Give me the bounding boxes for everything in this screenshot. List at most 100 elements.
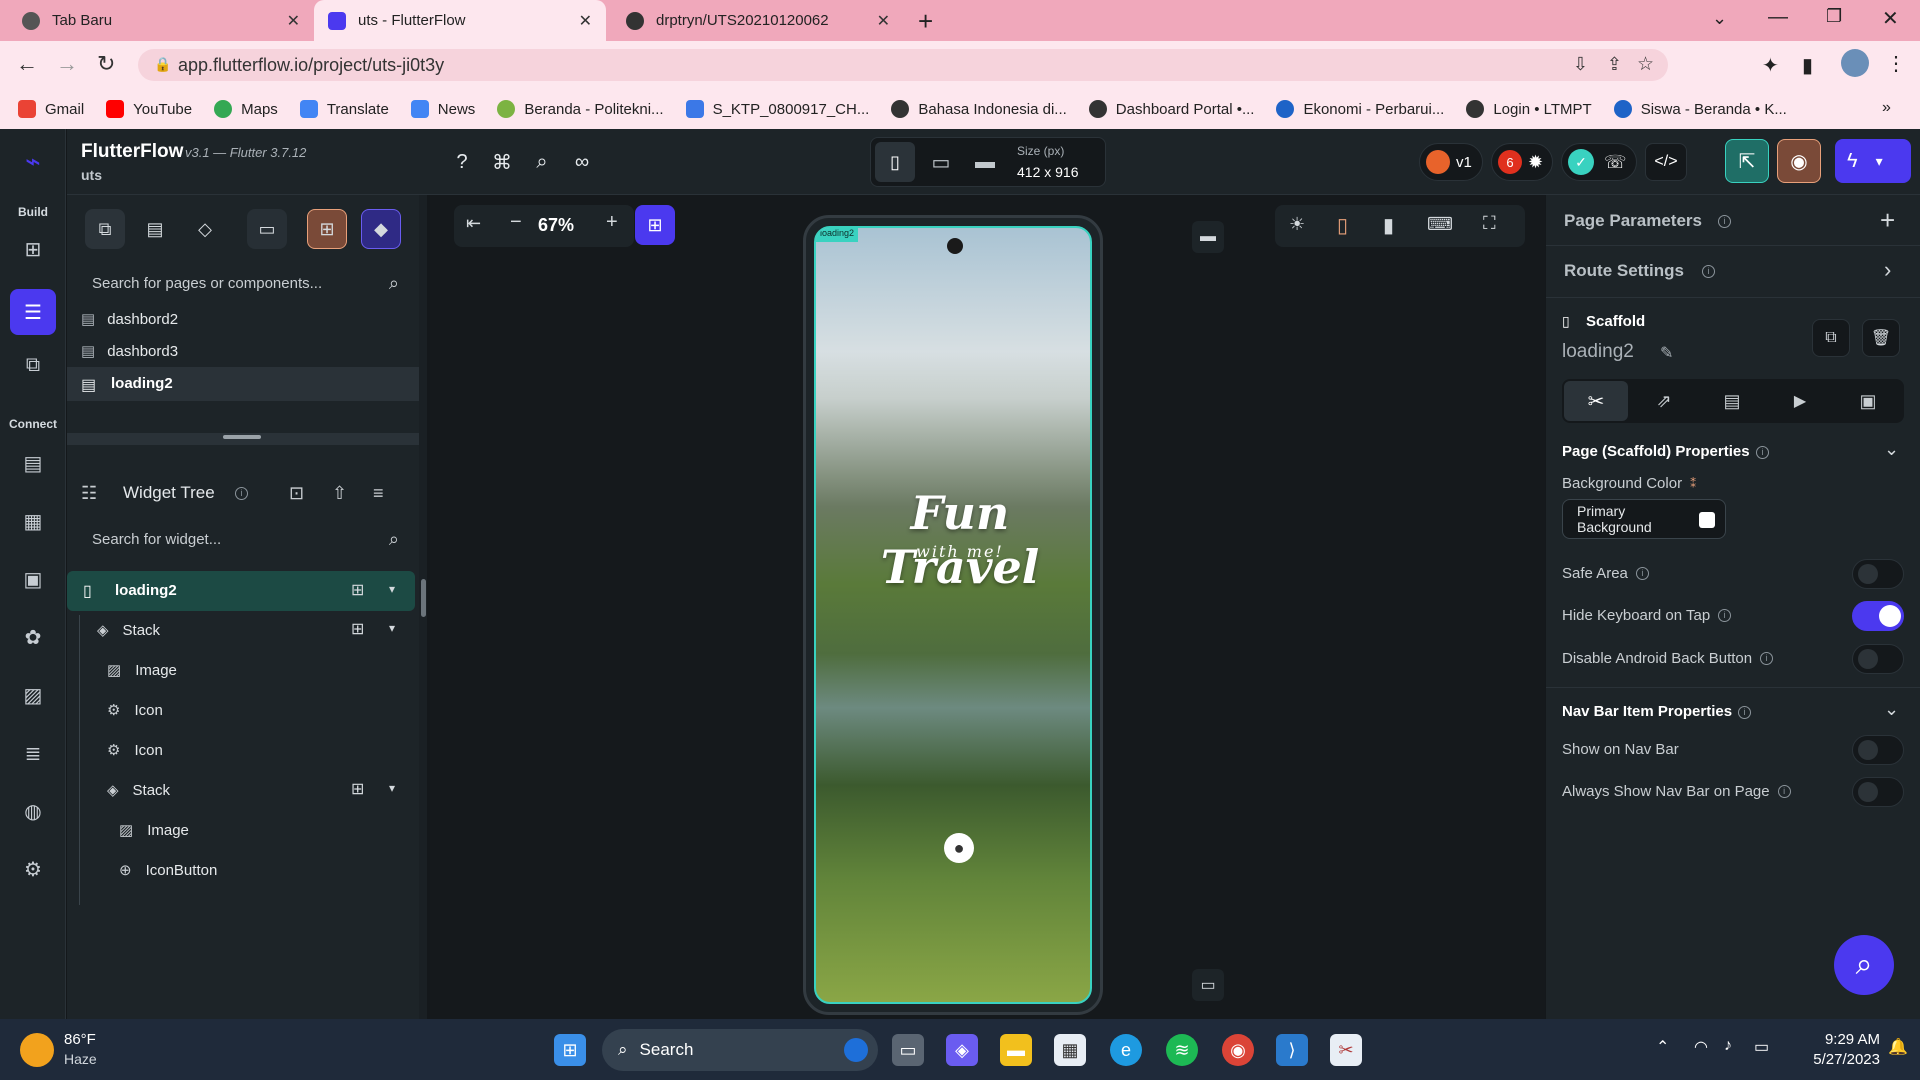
chrome-icon[interactable]: ◉ [1222,1034,1254,1066]
custom-code-icon[interactable]: ≣ [15,735,51,771]
show-nav-toggle[interactable] [1852,735,1904,765]
store-icon[interactable]: ▦ [1054,1034,1086,1066]
tree-node-stack[interactable]: ◈ Stack [107,781,170,800]
tree-node-stack[interactable]: ◈ Stack [97,621,160,640]
edit-pencil-icon[interactable]: ✎ [1660,343,1673,363]
file-explorer-icon[interactable]: ▬ [1000,1034,1032,1066]
chevron-down-icon[interactable]: ▾ [389,621,395,635]
add-widget-button[interactable]: ⊞ [635,205,675,245]
chevron-down-icon[interactable]: ⌄ [1884,439,1899,460]
notification-icon[interactable]: 🔔 [1888,1037,1908,1057]
gem-tab-icon[interactable]: ◇ [185,209,225,249]
info-icon[interactable]: i [1635,567,1649,580]
database-icon[interactable]: ▤ [15,445,51,481]
hide-keyboard-toggle[interactable] [1852,601,1904,631]
properties-tab-icon[interactable]: ✂ [1564,381,1628,421]
lock-icon[interactable]: ⊡ [289,483,304,504]
close-icon[interactable]: ✕ [877,11,890,31]
status-bar-toggle-icon[interactable]: ▬ [1192,221,1224,253]
tab-new[interactable]: Tab Baru ✕ [8,0,314,41]
taskbar-search[interactable]: ⌕ Search [602,1029,878,1071]
actions-tab-icon[interactable]: ⇗ [1632,381,1696,421]
portrait-icon[interactable]: ▯ [1337,213,1348,238]
zoom-in-icon[interactable]: + [606,211,618,234]
add-child-icon[interactable]: ⊞ [351,779,364,799]
close-icon[interactable]: ✕ [579,11,592,31]
minimize-button[interactable]: — [1768,6,1788,29]
animations-tab-icon[interactable]: ▶ [1768,381,1832,421]
window-close-button[interactable]: ✕ [1882,6,1899,31]
page-item-dashbord3[interactable]: ▤ dashbord3 [81,342,178,361]
tree-node-image[interactable]: ▨ Image [107,661,177,680]
widget-search-field[interactable]: Search for widget... ⌕ [67,521,419,557]
page-preview-loading2[interactable]: loading2 Fun Travel with me! ● [814,226,1092,1004]
avatar[interactable] [1841,49,1869,77]
run-button[interactable]: ϟ ▾ [1835,139,1911,183]
bookmark-ktp[interactable]: S_KTP_0800917_CH... [685,100,869,118]
add-child-icon[interactable]: ⊞ [351,580,364,600]
info-icon[interactable]: i [1760,652,1774,665]
spotify-icon[interactable]: ≋ [1166,1034,1198,1066]
app-state-icon[interactable]: ▣ [15,561,51,597]
code-view-button[interactable]: </> [1645,143,1687,181]
bookmark-ltmpt[interactable]: Login • LTMPT [1466,100,1592,118]
chevron-down-icon[interactable]: ⌄ [1884,699,1899,720]
new-folder-icon[interactable]: ▭ [247,209,287,249]
bookmark-beranda[interactable]: Beranda - Politekni... [497,100,664,118]
windows-start-icon[interactable]: ⊞ [554,1034,586,1066]
page-search-field[interactable]: Search for pages or components... ⌕ [67,265,419,301]
tray-chevron-icon[interactable]: ⌃ [1656,1037,1669,1057]
info-icon[interactable]: i [1756,446,1769,459]
teams-icon[interactable]: ◈ [946,1034,978,1066]
open-external-button[interactable]: ⇱ [1725,139,1769,183]
vscode-icon[interactable]: ⟩ [1276,1034,1308,1066]
snipping-tool-icon[interactable]: ✂ [1330,1034,1362,1066]
share-icon[interactable]: ⇪ [1607,54,1622,75]
url-field[interactable]: 🔒 app.flutterflow.io/project/uts-ji0t3y … [138,49,1668,81]
bookmark-dashboard[interactable]: Dashboard Portal •... [1088,100,1254,118]
add-child-icon[interactable]: ⊞ [351,619,364,639]
new-tab-button[interactable]: + [918,6,933,37]
volume-icon[interactable]: ♪ [1724,1037,1732,1055]
color-variable-icon[interactable]: ⁑ [1690,477,1696,491]
disable-back-toggle[interactable] [1852,644,1904,674]
responsive-icon[interactable]: ▮ [1383,213,1394,238]
zoom-out-icon[interactable]: − [510,211,522,234]
filter-icon[interactable]: ≡ [373,483,384,504]
info-icon[interactable]: i [1738,706,1751,719]
api-icon[interactable]: ▦ [15,503,51,539]
account-circle-icon[interactable]: ● [944,833,974,863]
pages-tab-icon[interactable]: ⧉ [85,209,125,249]
menu-dots-icon[interactable]: ⋮ [1886,51,1906,76]
task-view-icon[interactable]: ▭ [892,1034,924,1066]
preview-eye-button[interactable]: ◉ [1777,139,1821,183]
media-icon[interactable]: ▨ [15,677,51,713]
maximize-button[interactable]: ❐ [1826,6,1842,27]
page-item-dashbord2[interactable]: ▤ dashbord2 [81,310,178,329]
integrations-icon[interactable]: ✿ [15,619,51,655]
tree-node-icon[interactable]: ⚙ Icon [107,701,163,720]
bookmark-news[interactable]: News [410,100,475,118]
chevron-right-icon[interactable]: › [1884,257,1891,283]
duplicate-button[interactable]: ⧉ [1812,319,1850,357]
settings-gear-icon[interactable]: ⚙ [15,851,51,887]
bookmark-gmail[interactable]: Gmail [18,100,84,118]
more-bookmarks-icon[interactable]: » [1882,99,1891,117]
tree-node-loading2[interactable]: ▯ loading2 ⊞ ▾ [67,571,415,611]
drag-handle[interactable] [223,435,261,439]
help-icon[interactable]: ? [447,147,477,177]
bookmark-ekonomi[interactable]: Ekonomi - Perbarui... [1276,100,1444,118]
bookmark-translate[interactable]: Translate [299,100,389,118]
version-button[interactable]: v1 [1419,143,1483,181]
collapse-panel-icon[interactable]: ⇤ [466,213,481,234]
backend-query-tab-icon[interactable]: ▤ [1700,381,1764,421]
add-widget-icon[interactable]: ⊞ [15,231,51,267]
bottom-bar-toggle-icon[interactable]: ▭ [1192,969,1224,1001]
page-state-tab-icon[interactable]: ▣ [1836,381,1900,421]
tree-node-icon[interactable]: ⚙ Icon [107,741,163,760]
battery-icon[interactable]: ▭ [1754,1037,1769,1057]
info-icon[interactable]: i [1777,785,1791,798]
connect-nodes-icon[interactable]: ⛶ [1483,213,1496,234]
bookmark-siswa[interactable]: Siswa - Beranda • K... [1613,100,1787,118]
tab-search-icon[interactable]: ⌄ [1712,8,1727,29]
